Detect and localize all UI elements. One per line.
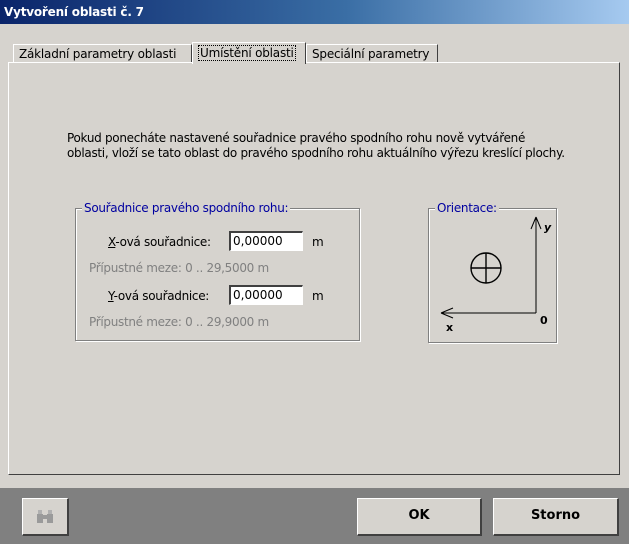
orientation-groupbox: Orientace: y x 0 — [428, 201, 557, 343]
tab-label: Speciální parametry — [312, 47, 430, 61]
binoculars-icon — [37, 510, 53, 523]
cancel-button[interactable]: Storno — [493, 498, 619, 536]
x-coord-input[interactable]: 0,00000 — [229, 231, 303, 251]
orientation-diagram: y x 0 — [440, 216, 552, 334]
tab-special-params[interactable]: Speciální parametry — [306, 44, 438, 63]
x-coord-limits: Přípustné meze: 0 .. 29,5000 m — [89, 261, 269, 275]
origin-label: 0 — [540, 314, 548, 327]
y-coord-unit: m — [312, 289, 324, 303]
tab-basic-params[interactable]: Základní parametry oblasti — [13, 44, 192, 63]
ok-button[interactable]: OK — [357, 498, 482, 536]
y-coord-input[interactable]: 0,00000 — [229, 285, 303, 305]
y-coord-label: Y-ová souřadnice: — [108, 289, 210, 303]
circle-plus-icon — [470, 252, 502, 284]
y-coord-limits: Přípustné meze: 0 .. 29,9000 m — [89, 315, 269, 329]
x-coord-unit: m — [312, 235, 324, 249]
tab-placement[interactable]: Umístění oblasti — [192, 42, 306, 64]
binoculars-button[interactable] — [22, 498, 69, 536]
x-axis-label: x — [446, 321, 453, 334]
tab-label: Umístění oblasti — [198, 45, 296, 61]
window-title: Vytvoření oblasti č. 7 — [4, 5, 144, 19]
coords-groupbox: Souřadnice pravého spodního rohu: X-ová … — [75, 201, 360, 341]
coords-group-title: Souřadnice pravého spodního rohu: — [82, 201, 291, 215]
title-bar[interactable]: Vytvoření oblasti č. 7 — [0, 0, 629, 24]
tab-label: Základní parametry oblasti — [19, 47, 177, 61]
y-axis-label: y — [544, 221, 552, 234]
info-text: Pokud ponecháte nastavené souřadnice pra… — [67, 131, 565, 160]
x-coord-label: X-ová souřadnice: — [108, 235, 211, 249]
button-bar: OK Storno — [0, 488, 629, 544]
